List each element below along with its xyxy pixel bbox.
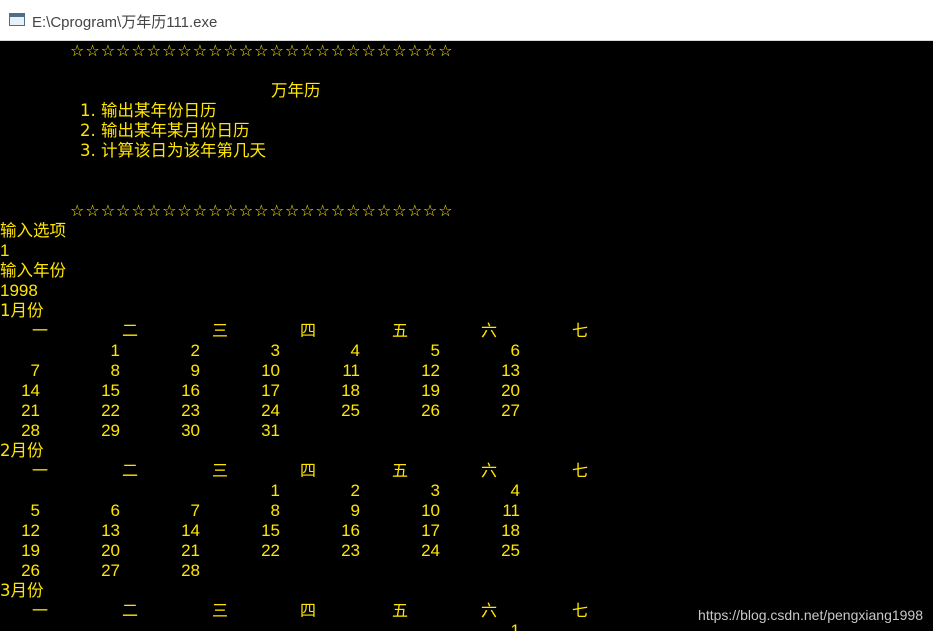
- calendar-day: 7: [30, 361, 40, 380]
- calendar-day: 20: [501, 381, 520, 400]
- calendar-day: 8: [110, 361, 120, 380]
- calendar-day: 23: [181, 401, 200, 420]
- weekday-header: 五: [391, 321, 408, 340]
- weekday-header: 六: [480, 601, 497, 620]
- calendar-day: 31: [261, 421, 280, 440]
- calendar-day: 12: [21, 521, 40, 540]
- calendar-day: 16: [341, 521, 360, 540]
- calendar-day: 14: [181, 521, 200, 540]
- menu-item-2: 2. 输出某年某月份日历: [80, 121, 250, 140]
- weekday-header: 四: [299, 321, 316, 340]
- calendar-day: 4: [350, 341, 360, 360]
- calendar-day: 18: [341, 381, 360, 400]
- calendar-day: 2: [190, 341, 200, 360]
- window-title-bar[interactable]: E:\Cprogram\万年历111.exe: [0, 0, 933, 41]
- calendar-day: 27: [501, 401, 520, 420]
- calendar-day: 8: [270, 501, 280, 520]
- calendar-day: 20: [101, 541, 120, 560]
- calendar-day: 27: [101, 561, 120, 580]
- calendar-day: 9: [190, 361, 200, 380]
- weekday-header: 三: [211, 321, 228, 340]
- prompt-year: 输入年份: [0, 261, 66, 280]
- weekday-header: 五: [391, 461, 408, 480]
- weekday-header: 三: [211, 461, 228, 480]
- menu-item-3: 3. 计算该日为该年第几天: [80, 141, 266, 160]
- month-label: 2月份: [0, 441, 44, 460]
- weekday-header: 六: [480, 321, 497, 340]
- calendar-day: 29: [101, 421, 120, 440]
- calendar-day: 13: [101, 521, 120, 540]
- calendar-day: 16: [181, 381, 200, 400]
- weekday-header: 六: [480, 461, 497, 480]
- input-option: 1: [0, 241, 10, 260]
- calendar-day: 21: [21, 401, 40, 420]
- calendar-day: 6: [510, 341, 520, 360]
- weekday-header: 二: [121, 601, 138, 620]
- calendar-day: 11: [502, 501, 520, 520]
- weekday-header: 三: [211, 601, 228, 620]
- calendar-day: 1: [510, 621, 520, 631]
- weekday-header: 二: [121, 321, 138, 340]
- weekday-header: 七: [571, 321, 588, 340]
- weekday-header: 一: [31, 461, 48, 480]
- calendar-day: 1: [270, 481, 280, 500]
- calendar-day: 13: [501, 361, 520, 380]
- input-year: 1998: [0, 281, 38, 300]
- calendar-day: 9: [350, 501, 360, 520]
- weekday-header: 七: [571, 461, 588, 480]
- calendar-day: 6: [110, 501, 120, 520]
- window-title: E:\Cprogram\万年历111.exe: [32, 14, 218, 31]
- month-label: 3月份: [0, 581, 44, 600]
- weekday-header: 四: [299, 461, 316, 480]
- calendar-day: 4: [510, 481, 520, 500]
- calendar-day: 25: [501, 541, 520, 560]
- calendar-day: 7: [190, 501, 200, 520]
- calendar-day: 17: [421, 521, 440, 540]
- calendar-day: 18: [501, 521, 520, 540]
- calendar-day: 12: [421, 361, 440, 380]
- watermark: https://blog.csdn.net/pengxiang1998: [698, 607, 923, 623]
- weekday-header: 一: [31, 601, 48, 620]
- calendar-day: 28: [21, 421, 40, 440]
- calendar-day: 10: [421, 501, 440, 520]
- weekday-header: 七: [571, 601, 588, 620]
- calendar-day: 2: [350, 481, 360, 500]
- calendar-day: 26: [21, 561, 40, 580]
- weekday-header: 四: [299, 601, 316, 620]
- calendar-day: 22: [101, 401, 120, 420]
- calendar-day: 28: [181, 561, 200, 580]
- console-window-icon: [9, 13, 25, 26]
- calendar-day: 3: [430, 481, 440, 500]
- calendar-day: 15: [101, 381, 120, 400]
- calendar-day: 11: [342, 361, 360, 380]
- stars-bottom-border: ☆☆☆☆☆☆☆☆☆☆☆☆☆☆☆☆☆☆☆☆☆☆☆☆☆: [70, 201, 454, 220]
- calendar-day: 21: [181, 541, 200, 560]
- calendar-day: 19: [21, 541, 40, 560]
- weekday-header: 二: [121, 461, 138, 480]
- menu-title: 万年历: [271, 81, 321, 100]
- calendar-day: 5: [430, 341, 440, 360]
- calendar-day: 24: [261, 401, 280, 420]
- month-label: 1月份: [0, 301, 44, 320]
- calendar-day: 24: [421, 541, 440, 560]
- calendar-day: 26: [421, 401, 440, 420]
- calendar-day: 1: [110, 341, 120, 360]
- calendar-day: 30: [181, 421, 200, 440]
- weekday-header: 五: [391, 601, 408, 620]
- console-output[interactable]: ☆☆☆☆☆☆☆☆☆☆☆☆☆☆☆☆☆☆☆☆☆☆☆☆☆ 万年历 1. 输出某年份日历…: [0, 41, 933, 631]
- calendar-day: 23: [341, 541, 360, 560]
- calendar-day: 3: [270, 341, 280, 360]
- menu-item-1: 1. 输出某年份日历: [80, 101, 217, 120]
- calendar-day: 14: [21, 381, 40, 400]
- calendar-day: 17: [261, 381, 280, 400]
- calendar-day: 25: [341, 401, 360, 420]
- prompt-option: 输入选项: [0, 221, 66, 240]
- calendar-day: 10: [261, 361, 280, 380]
- weekday-header: 一: [31, 321, 48, 340]
- stars-top-border: ☆☆☆☆☆☆☆☆☆☆☆☆☆☆☆☆☆☆☆☆☆☆☆☆☆: [70, 41, 454, 60]
- calendar-day: 19: [421, 381, 440, 400]
- calendar-day: 22: [261, 541, 280, 560]
- calendar-day: 5: [30, 501, 40, 520]
- calendar-day: 15: [261, 521, 280, 540]
